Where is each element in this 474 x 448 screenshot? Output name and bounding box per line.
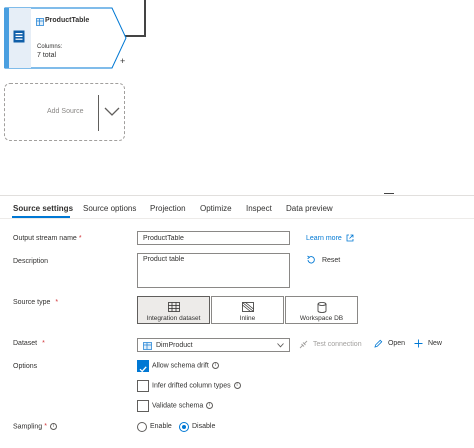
plus-icon	[414, 339, 423, 348]
output-stream-label: Output stream name *	[13, 235, 82, 242]
node-columns-label: Columns:	[37, 44, 63, 50]
dataset-label: Dataset *	[13, 340, 45, 347]
learn-more-link[interactable]: Learn more	[306, 234, 354, 242]
add-transform-button[interactable]: +	[120, 56, 125, 66]
chevron-down-icon	[277, 343, 284, 348]
sampling-disable-radio[interactable]	[179, 422, 189, 432]
panel-resize-handle[interactable]	[384, 193, 394, 194]
reset-button[interactable]: Reset	[306, 255, 340, 265]
chevron-down-icon[interactable]	[104, 107, 120, 117]
options-label: Options	[13, 363, 38, 370]
inline-dataset-icon	[242, 302, 254, 312]
add-source-label: Add Source	[47, 108, 84, 115]
source-type-integration-dataset[interactable]: Integration dataset	[137, 296, 210, 324]
table-icon	[36, 18, 44, 26]
source-type-option-label: Inline	[239, 315, 256, 322]
description-textarea[interactable]: Product table	[137, 253, 290, 288]
tab-source-options[interactable]: Source options	[83, 204, 136, 213]
node-columns-value: 7 total	[37, 52, 57, 59]
source-type-inline[interactable]: Inline	[211, 296, 284, 324]
external-link-icon	[346, 234, 354, 242]
open-dataset-button[interactable]: Open	[374, 339, 405, 348]
plug-icon	[299, 340, 308, 349]
sampling-enable-label: Enable	[150, 423, 172, 430]
checkmark-icon	[139, 366, 147, 373]
tabs-divider	[0, 218, 474, 219]
validate-schema-checkbox[interactable]	[137, 400, 149, 412]
dataset-icon	[13, 30, 25, 43]
tab-inspect[interactable]: Inspect	[246, 204, 272, 213]
source-type-workspace-db[interactable]: Workspace DB	[285, 296, 358, 324]
tab-projection[interactable]: Projection	[150, 204, 186, 213]
info-icon[interactable]: i	[206, 402, 214, 409]
add-source-divider	[98, 95, 99, 131]
info-icon[interactable]: i	[211, 362, 219, 369]
tab-data-preview[interactable]: Data preview	[286, 204, 333, 213]
sampling-label: Sampling * i	[13, 423, 57, 430]
panel-divider	[0, 195, 474, 196]
infer-drifted-types-label: Infer drifted column types i	[152, 382, 241, 389]
sampling-enable-radio[interactable]	[137, 422, 147, 432]
source-type-option-label: Integration dataset	[146, 315, 201, 322]
output-stream-input[interactable]	[137, 231, 290, 245]
info-icon[interactable]: i	[233, 382, 241, 389]
source-type-label: Source type *	[13, 299, 59, 306]
description-label: Description	[13, 258, 49, 265]
grid-icon	[168, 302, 180, 312]
dataset-value: DimProduct	[156, 342, 193, 349]
validate-schema-label: Validate schema i	[152, 402, 214, 409]
flow-connector-line-horizontal	[125, 35, 146, 37]
info-icon[interactable]: i	[49, 423, 57, 430]
allow-schema-drift-label: Allow schema drift i	[152, 362, 219, 369]
flow-connector-line	[143, 0, 146, 37]
allow-schema-drift-checkbox[interactable]	[137, 360, 149, 373]
node-title: ProductTable	[45, 17, 90, 24]
infer-drifted-types-checkbox[interactable]	[137, 380, 149, 392]
source-type-option-label: Workspace DB	[299, 315, 344, 322]
database-icon	[317, 302, 327, 313]
sampling-disable-label: Disable	[192, 423, 216, 430]
new-dataset-button[interactable]: New	[414, 339, 442, 348]
reset-icon	[307, 255, 315, 264]
tab-source-settings[interactable]: Source settings	[13, 204, 73, 213]
test-connection-button[interactable]: Test connection	[299, 340, 362, 349]
dataset-dropdown[interactable]: DimProduct	[137, 338, 290, 352]
tab-optimize[interactable]: Optimize	[200, 204, 232, 213]
edit-icon	[374, 339, 383, 348]
table-icon	[143, 342, 152, 350]
